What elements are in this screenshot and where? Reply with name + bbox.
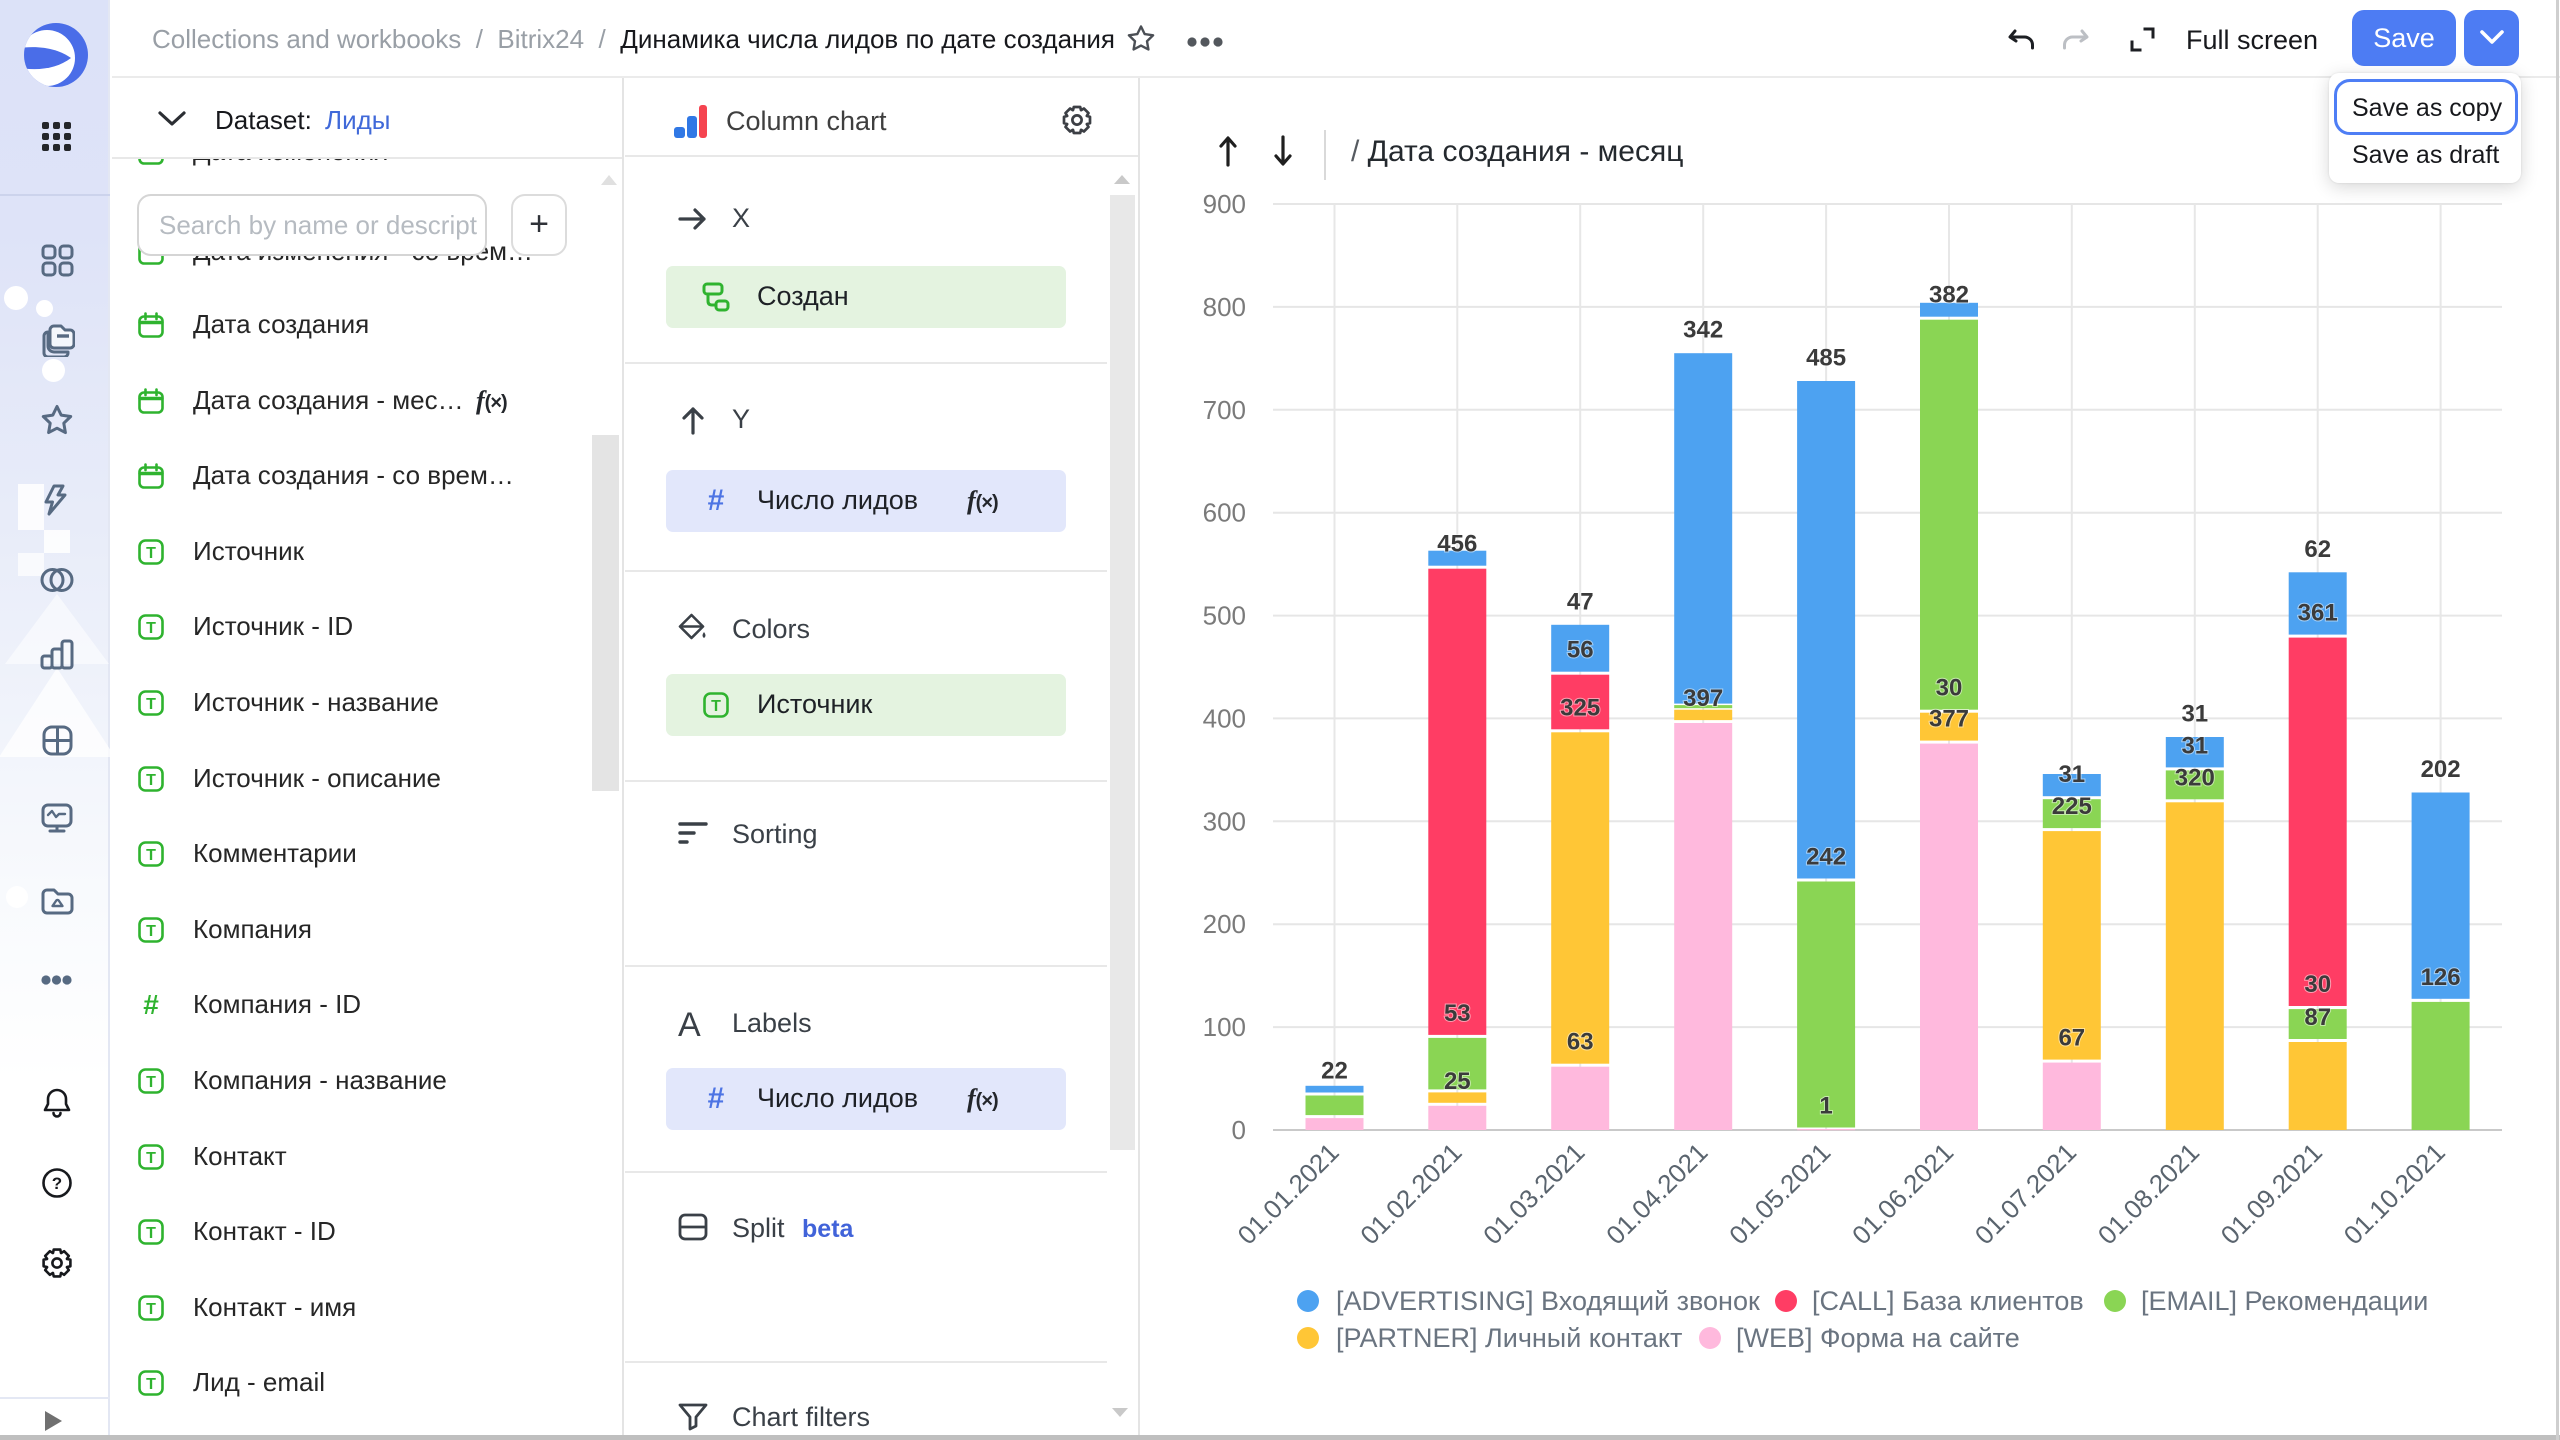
svg-text:700: 700: [1203, 395, 1246, 425]
svg-text:225: 225: [2052, 793, 2092, 820]
svg-text:30: 30: [2304, 971, 2331, 998]
svg-text:126: 126: [2421, 964, 2461, 991]
svg-text:62: 62: [2304, 536, 2331, 563]
svg-text:01.06.2021: 01.06.2021: [1846, 1137, 1959, 1250]
svg-text:397: 397: [1683, 685, 1723, 712]
svg-text:67: 67: [2058, 1025, 2085, 1052]
svg-text:[CALL] База клиентов: [CALL] База клиентов: [1812, 1286, 2084, 1316]
svg-text:456: 456: [1437, 531, 1477, 558]
svg-text:01.07.2021: 01.07.2021: [1969, 1137, 2082, 1250]
svg-text:01.01.2021: 01.01.2021: [1232, 1137, 1345, 1250]
svg-text:200: 200: [1203, 909, 1246, 939]
svg-text:31: 31: [2181, 732, 2208, 759]
svg-text:485: 485: [1806, 345, 1846, 372]
svg-text:[PARTNER] Личный контакт: [PARTNER] Личный контакт: [1336, 1323, 1682, 1353]
svg-text:377: 377: [1929, 706, 1969, 733]
svg-text:30: 30: [1936, 675, 1963, 702]
svg-text:400: 400: [1203, 703, 1246, 733]
svg-text:242: 242: [1806, 844, 1846, 871]
svg-text:22: 22: [1321, 1058, 1348, 1085]
svg-text:382: 382: [1929, 282, 1969, 309]
svg-text:100: 100: [1203, 1012, 1246, 1042]
svg-text:0: 0: [1232, 1115, 1246, 1145]
svg-text:47: 47: [1567, 588, 1594, 615]
svg-text:31: 31: [2181, 701, 2208, 728]
svg-text:01.04.2021: 01.04.2021: [1600, 1137, 1713, 1250]
svg-text:[EMAIL] Рекомендации: [EMAIL] Рекомендации: [2141, 1286, 2428, 1316]
svg-text:1: 1: [1819, 1093, 1832, 1120]
svg-text:53: 53: [1444, 1000, 1471, 1027]
svg-text:300: 300: [1203, 806, 1246, 836]
svg-text:600: 600: [1203, 498, 1246, 528]
svg-text:202: 202: [2421, 756, 2461, 783]
svg-text:[ADVERTISING] Входящий звонок: [ADVERTISING] Входящий звонок: [1336, 1286, 1760, 1316]
svg-text:31: 31: [2058, 761, 2085, 788]
svg-text:63: 63: [1567, 1029, 1594, 1056]
svg-text:500: 500: [1203, 601, 1246, 631]
svg-text:56: 56: [1567, 637, 1594, 664]
svg-text:01.09.2021: 01.09.2021: [2215, 1137, 2328, 1250]
svg-text:[WEB] Форма на сайте: [WEB] Форма на сайте: [1736, 1323, 2020, 1353]
svg-text:01.03.2021: 01.03.2021: [1477, 1137, 1590, 1250]
svg-text:800: 800: [1203, 292, 1246, 322]
svg-text:01.10.2021: 01.10.2021: [2338, 1137, 2451, 1250]
svg-text:320: 320: [2175, 764, 2215, 791]
svg-text:87: 87: [2304, 1004, 2331, 1031]
svg-text:325: 325: [1560, 694, 1600, 721]
svg-text:361: 361: [2298, 600, 2338, 627]
svg-text:01.08.2021: 01.08.2021: [2092, 1137, 2205, 1250]
svg-text:01.05.2021: 01.05.2021: [1723, 1137, 1836, 1250]
svg-text:342: 342: [1683, 317, 1723, 344]
svg-text:/ Дата создания - месяц: / Дата создания - месяц: [1351, 135, 1683, 168]
svg-text:900: 900: [1203, 189, 1246, 219]
svg-text:25: 25: [1444, 1068, 1471, 1095]
svg-text:01.02.2021: 01.02.2021: [1354, 1137, 1467, 1250]
